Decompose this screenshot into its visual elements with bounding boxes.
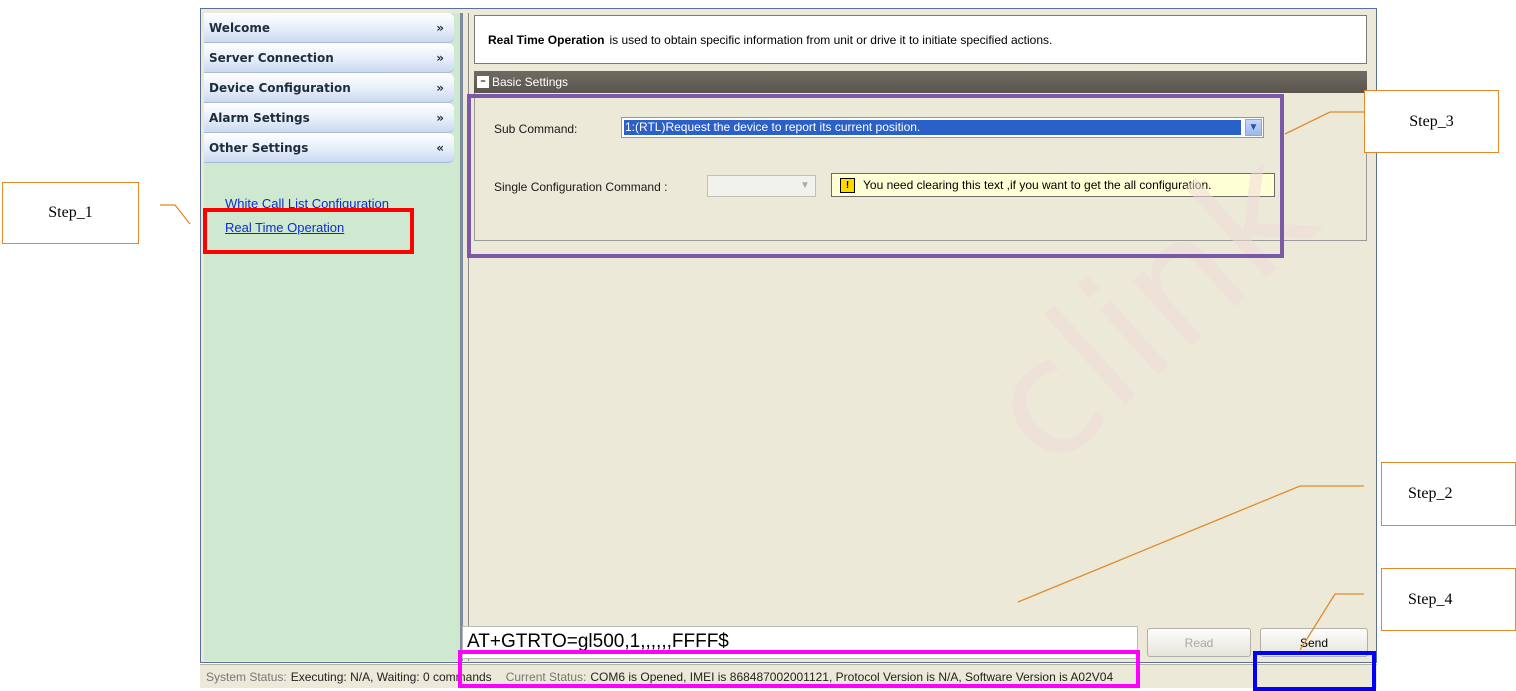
step1-label: Step_1 (2, 182, 139, 244)
step3-label: Step_3 (1364, 90, 1499, 153)
callout-lines (160, 111, 1364, 651)
step1-callout-line (160, 204, 191, 225)
step3-callout-line (1284, 111, 1364, 135)
step4-label: Step_4 (1381, 568, 1516, 631)
step2-callout-line (1017, 485, 1364, 603)
step2-label: Step_2 (1381, 462, 1516, 526)
step4-callout-line (1299, 593, 1364, 651)
